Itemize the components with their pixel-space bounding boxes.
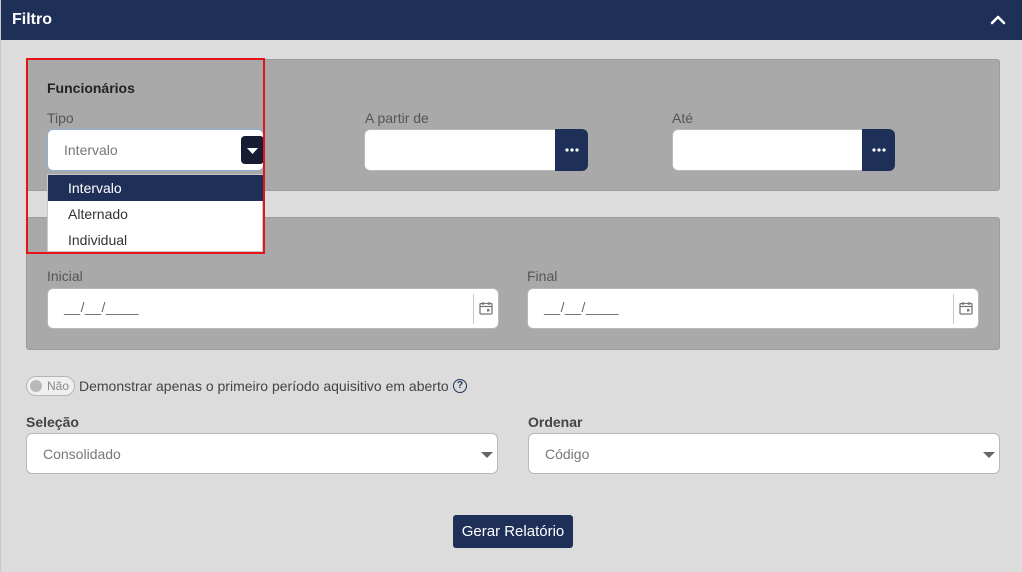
final-date-mask: __/__/____ — [544, 299, 620, 315]
ellipsis-icon — [871, 148, 886, 152]
ordenar-label: Ordenar — [528, 414, 583, 430]
ate-lookup-button[interactable] — [862, 129, 895, 171]
chevron-up-icon[interactable] — [990, 12, 1006, 28]
a-partir-label: A partir de — [365, 110, 429, 126]
filter-title: Filtro — [12, 11, 52, 28]
inicial-date-input[interactable]: __/__/____ — [47, 288, 499, 329]
calendar-icon[interactable] — [479, 301, 493, 315]
ellipsis-icon — [564, 148, 579, 152]
gerar-relatorio-button[interactable]: Gerar Relatório — [453, 515, 573, 548]
highlight-box — [26, 58, 265, 254]
ate-label: Até — [672, 110, 694, 126]
final-label: Final — [527, 268, 558, 284]
question-icon[interactable]: ? — [453, 379, 467, 393]
toggle-label: Demonstrar apenas o primeiro período aqu… — [79, 378, 449, 394]
final-date-input[interactable]: __/__/____ — [527, 288, 979, 329]
ordenar-value: Código — [545, 446, 590, 462]
toggle-state-text: Não — [47, 379, 70, 393]
calendar-icon[interactable] — [959, 301, 973, 315]
ordenar-select[interactable]: Código — [528, 433, 1000, 474]
primeiro-periodo-toggle[interactable]: Não — [26, 376, 75, 396]
inicial-date-mask: __/__/____ — [64, 299, 140, 315]
selecao-label: Seleção — [26, 414, 79, 430]
selecao-select[interactable]: Consolidado — [26, 433, 498, 474]
a-partir-lookup-button[interactable] — [555, 129, 588, 171]
chevron-down-icon — [481, 452, 493, 458]
toggle-knob — [30, 380, 42, 392]
selecao-value: Consolidado — [43, 446, 121, 462]
inicial-label: Inicial — [47, 268, 83, 284]
filter-header[interactable]: Filtro — [0, 0, 1022, 40]
chevron-down-icon — [983, 452, 995, 458]
